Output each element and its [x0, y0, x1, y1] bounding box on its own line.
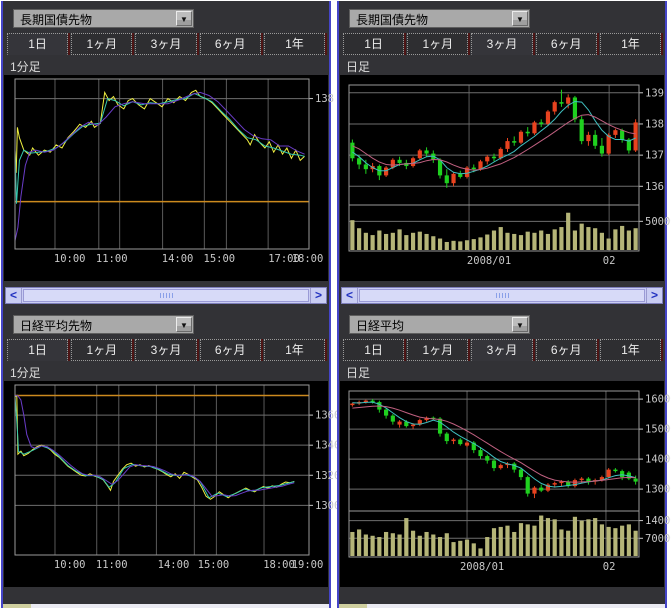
- svg-text:15000: 15000: [645, 424, 671, 436]
- scroll-right-icon[interactable]: >: [646, 288, 662, 303]
- scrollbar-grip-icon: [496, 293, 509, 298]
- chart-workspace: 長期国債先物 ▼ 1日 1ヶ月 3ヶ月 6ヶ月 1年 1分足 138 10:00 1…: [0, 0, 671, 608]
- svg-text:02: 02: [603, 561, 616, 573]
- svg-text:136: 136: [645, 181, 664, 193]
- panel-jgb-futures-daily: 長期国債先物 ▼ 1日 1ヶ月 3ヶ月 6ヶ月 1年 日足 139 138 137 1…: [339, 1, 665, 285]
- chart-canvas: 139138137136500002008/0102: [340, 75, 664, 281]
- partial-scrollbar-strip: [339, 604, 665, 608]
- tab-1month[interactable]: 1ヶ月: [407, 33, 468, 55]
- tab-3month[interactable]: 3ヶ月: [135, 339, 196, 361]
- svg-text:10:00: 10:00: [54, 253, 86, 265]
- instrument-select-value: 日経平均: [356, 317, 404, 334]
- tab-1day[interactable]: 1日: [343, 339, 404, 361]
- tab-1day[interactable]: 1日: [7, 33, 68, 55]
- instrument-select[interactable]: 日経平均先物 ▼: [13, 315, 194, 334]
- tab-6month[interactable]: 6ヶ月: [200, 33, 261, 55]
- scrollbar-track[interactable]: [22, 288, 310, 303]
- scrollbar-thumb[interactable]: [359, 289, 645, 302]
- svg-text:15:00: 15:00: [198, 559, 230, 571]
- svg-text:11:00: 11:00: [96, 559, 128, 571]
- tab-3month[interactable]: 3ヶ月: [471, 339, 532, 361]
- svg-text:13000: 13000: [645, 484, 671, 496]
- tab-1month[interactable]: 1ヶ月: [407, 339, 468, 361]
- instrument-select[interactable]: 日経平均 ▼: [349, 315, 530, 334]
- period-tabstrip: 1日 1ヶ月 3ヶ月 6ヶ月 1年: [343, 339, 661, 361]
- chart-canvas: 1360013400132001300010:0011:0014:0015:00…: [4, 381, 328, 587]
- instrument-select-value: 長期国債先物: [356, 11, 428, 28]
- scroll-left-icon[interactable]: <: [6, 288, 22, 303]
- tab-1year[interactable]: 1年: [600, 339, 661, 361]
- svg-text:2008/01: 2008/01: [467, 255, 511, 267]
- tab-1month[interactable]: 1ヶ月: [71, 339, 132, 361]
- panel-jgb-futures-1min: 長期国債先物 ▼ 1日 1ヶ月 3ヶ月 6ヶ月 1年 1分足 13810:001…: [3, 1, 329, 285]
- horizontal-scrollbar[interactable]: < >: [5, 287, 327, 304]
- instrument-select-value: 長期国債先物: [20, 11, 92, 28]
- svg-text:138: 138: [645, 118, 664, 130]
- tab-1day[interactable]: 1日: [343, 33, 404, 55]
- period-tabstrip: 1日 1ヶ月 3ヶ月 6ヶ月 1年: [7, 339, 325, 361]
- horizontal-scrollbar[interactable]: < >: [341, 287, 663, 304]
- instrument-select[interactable]: 長期国債先物 ▼: [13, 9, 194, 28]
- svg-text:11:00: 11:00: [96, 253, 128, 265]
- tab-6month[interactable]: 6ヶ月: [200, 339, 261, 361]
- svg-text:140000: 140000: [645, 515, 671, 527]
- dropdown-arrow-icon[interactable]: ▼: [512, 317, 528, 332]
- svg-text:02: 02: [603, 255, 616, 267]
- svg-text:14:00: 14:00: [158, 559, 190, 571]
- svg-text:16000: 16000: [645, 394, 671, 406]
- chart-type-label: 日足: [346, 364, 370, 381]
- svg-text:139: 139: [645, 87, 664, 99]
- tab-3month[interactable]: 3ヶ月: [135, 33, 196, 55]
- instrument-select-value: 日経平均先物: [20, 317, 92, 334]
- svg-text:18:00: 18:00: [263, 559, 295, 571]
- svg-text:2008/01: 2008/01: [460, 561, 504, 573]
- svg-text:19:00: 19:00: [292, 559, 324, 571]
- scrollbar-track[interactable]: [358, 288, 646, 303]
- panel-nikkei-futures-1min: 日経平均先物 ▼ 1日 1ヶ月 3ヶ月 6ヶ月 1年 1分足 136001340…: [3, 307, 329, 605]
- chart-type-label: 1分足: [10, 364, 41, 381]
- scrollbar-grip-icon: [160, 293, 173, 298]
- tab-1year[interactable]: 1年: [600, 33, 661, 55]
- dropdown-arrow-icon[interactable]: ▼: [176, 11, 192, 26]
- svg-text:50000: 50000: [645, 216, 671, 228]
- svg-text:14000: 14000: [645, 454, 671, 466]
- scroll-left-icon[interactable]: <: [342, 288, 358, 303]
- scrollbar-thumb[interactable]: [23, 289, 309, 302]
- period-tabstrip: 1日 1ヶ月 3ヶ月 6ヶ月 1年: [7, 33, 325, 55]
- svg-text:10:00: 10:00: [54, 559, 86, 571]
- svg-text:15:00: 15:00: [204, 253, 236, 265]
- svg-text:18:00: 18:00: [292, 253, 324, 265]
- dropdown-arrow-icon[interactable]: ▼: [512, 11, 528, 26]
- panel-nikkei-daily: 日経平均 ▼ 1日 1ヶ月 3ヶ月 6ヶ月 1年 日足 160001500014…: [339, 307, 665, 605]
- svg-text:137: 137: [645, 150, 664, 162]
- svg-text:138: 138: [315, 93, 334, 105]
- tab-1month[interactable]: 1ヶ月: [71, 33, 132, 55]
- partial-scrollbar-strip: [3, 604, 329, 608]
- tab-1year[interactable]: 1年: [264, 33, 325, 55]
- instrument-select[interactable]: 長期国債先物 ▼: [349, 9, 530, 28]
- svg-text:14:00: 14:00: [162, 253, 194, 265]
- tab-1year[interactable]: 1年: [264, 339, 325, 361]
- tab-6month[interactable]: 6ヶ月: [536, 33, 597, 55]
- period-tabstrip: 1日 1ヶ月 3ヶ月 6ヶ月 1年: [343, 33, 661, 55]
- tab-6month[interactable]: 6ヶ月: [536, 339, 597, 361]
- chart-canvas: 13810:0011:0014:0015:0017:0018:00: [4, 75, 328, 281]
- chart-type-label: 日足: [346, 58, 370, 75]
- left-column: 長期国債先物 ▼ 1日 1ヶ月 3ヶ月 6ヶ月 1年 1分足 138 10:00 1…: [1, 1, 331, 608]
- dropdown-arrow-icon[interactable]: ▼: [176, 317, 192, 332]
- right-column: 長期国債先物 ▼ 1日 1ヶ月 3ヶ月 6ヶ月 1年 日足 139 138 137 1…: [337, 1, 667, 608]
- chart-type-label: 1分足: [10, 58, 41, 75]
- tab-3month[interactable]: 3ヶ月: [471, 33, 532, 55]
- svg-text:70000: 70000: [645, 533, 671, 545]
- chart-canvas: 16000150001400013000140000700002008/0102: [340, 381, 664, 587]
- tab-1day[interactable]: 1日: [7, 339, 68, 361]
- scroll-right-icon[interactable]: >: [310, 288, 326, 303]
